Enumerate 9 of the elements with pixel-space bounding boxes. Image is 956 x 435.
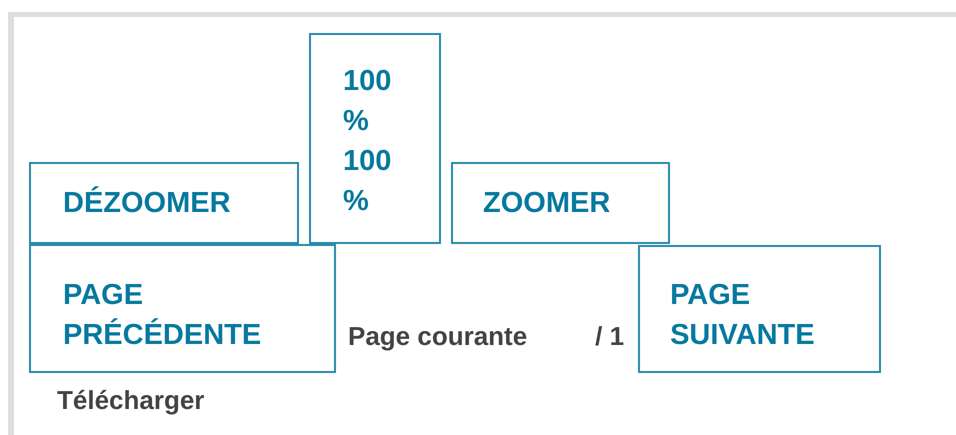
download-link[interactable]: Télécharger bbox=[57, 385, 204, 415]
page-total: / 1 bbox=[595, 321, 624, 351]
zoom-level-text: 100 % bbox=[343, 64, 392, 139]
zoom-level-text: 100 % bbox=[343, 144, 392, 219]
zoom-in-button[interactable]: ZOOMER bbox=[451, 162, 670, 244]
zoom-out-button[interactable]: DÉZOOMER bbox=[29, 162, 299, 244]
current-page-label: Page courante bbox=[348, 321, 528, 351]
next-page-button[interactable]: PAGE SUIVANTE bbox=[638, 245, 882, 373]
previous-page-button[interactable]: PAGE PRÉCÉDENTE bbox=[29, 244, 336, 373]
